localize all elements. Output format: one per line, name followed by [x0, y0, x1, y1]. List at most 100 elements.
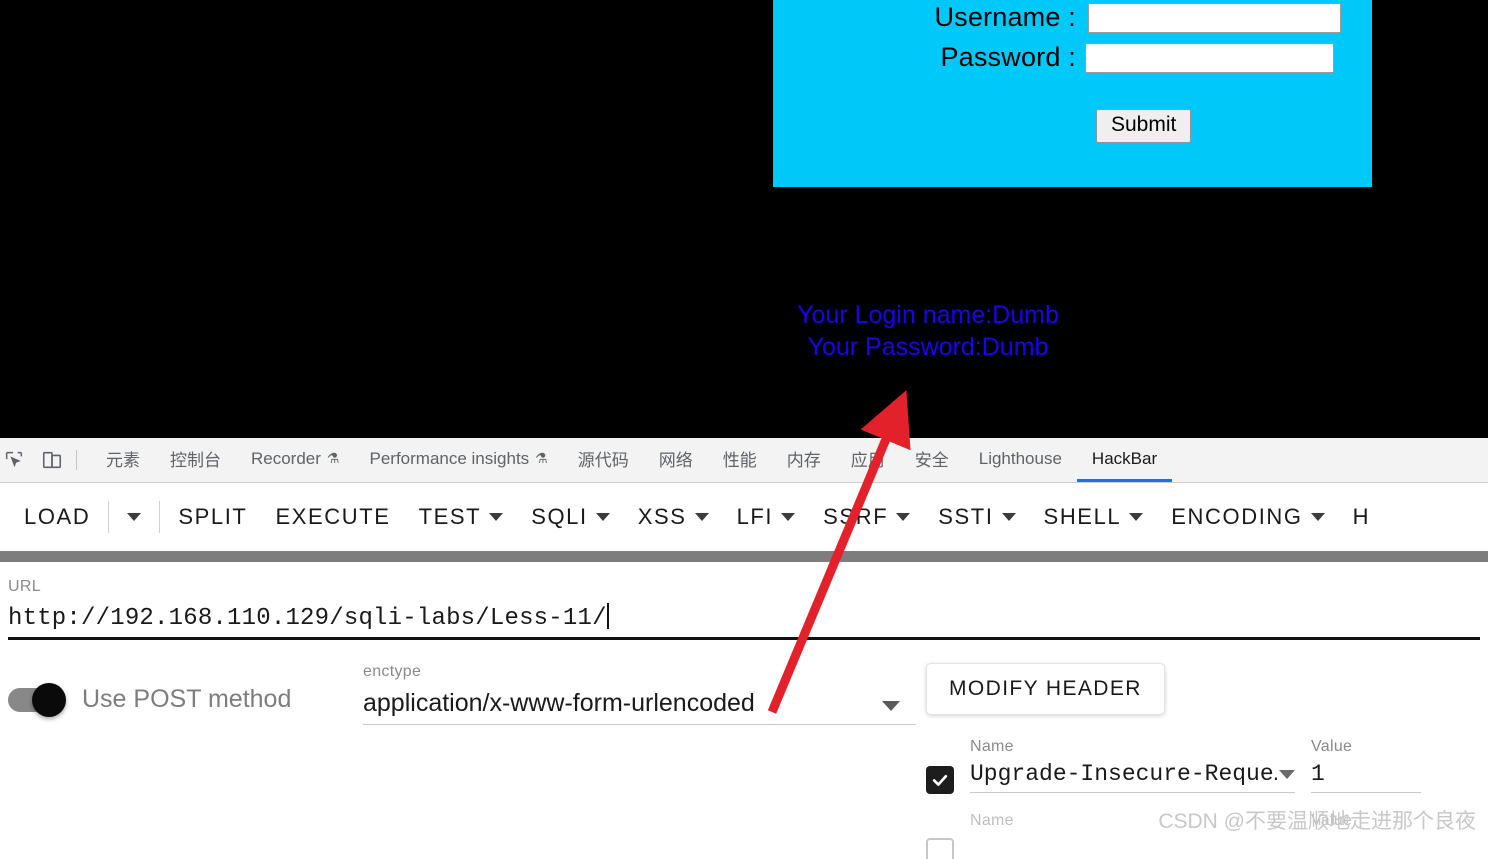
- devtools-tab-元素[interactable]: 元素: [91, 438, 155, 482]
- watermark: CSDN @不要温顺地走进那个良夜: [1158, 810, 1476, 833]
- chevron-down-icon: [1310, 513, 1325, 521]
- url-input[interactable]: http://192.168.110.129/sqli-labs/Less-11…: [8, 603, 1480, 640]
- hackbar-button-shell[interactable]: SHELL: [1030, 498, 1158, 536]
- url-value: http://192.168.110.129/sqli-labs/Less-11…: [8, 605, 607, 632]
- url-label: URL: [8, 578, 41, 595]
- hackbar-button-lfi[interactable]: LFI: [723, 498, 810, 536]
- devtools-tab-label: 元素: [106, 451, 140, 470]
- devtools-tab-label: 应用: [850, 451, 885, 470]
- devtools-tab-网络[interactable]: 网络: [644, 438, 708, 482]
- hackbar-button-label: XSS: [637, 504, 687, 529]
- screenshot-root: Username : Password : Submit Your Login …: [0, 0, 1488, 859]
- devtools-tab-label: Performance insights: [369, 448, 530, 468]
- hackbar-horizontal-scrollbar[interactable]: [0, 551, 1488, 562]
- hackbar-button-encoding[interactable]: ENCODING: [1157, 498, 1338, 536]
- devtools-tab-源代码[interactable]: 源代码: [563, 438, 644, 482]
- devtools-icon-group: [0, 448, 64, 472]
- chevron-down-icon: [896, 513, 911, 521]
- devtools-tab-performance-insights[interactable]: Performance insights ⚗: [354, 438, 562, 482]
- hackbar-button-test[interactable]: TEST: [405, 498, 518, 536]
- toolbar-divider: [76, 450, 77, 470]
- hackbar-button-label: SHELL: [1043, 504, 1122, 529]
- hackbar-button-ssrf[interactable]: SSRF: [809, 498, 924, 536]
- hackbar-button-label: SSTI: [938, 504, 994, 529]
- toggle-knob: [32, 682, 66, 717]
- devtools-tab-label: 内存: [786, 451, 821, 470]
- username-row: Username :: [773, 2, 1372, 33]
- header-value-column: Value 1: [1311, 738, 1421, 793]
- post-method-group: Use POST method: [8, 663, 363, 717]
- header-name-value: Upgrade-Insecure-Reque…: [970, 761, 1279, 787]
- devtools-tab-list: 元素 控制台 Recorder ⚗ Performance insights ⚗ 源代码 网络…: [91, 438, 1173, 482]
- login-form: Username : Password : Submit: [773, 0, 1372, 187]
- header-enabled-checkbox[interactable]: [926, 838, 954, 859]
- hackbar-button-load-dropdown[interactable]: [113, 507, 155, 527]
- header-value-label: Value: [1311, 738, 1353, 755]
- hackbar-button-sqli[interactable]: SQLI: [517, 498, 624, 536]
- hackbar-button-label: TEST: [418, 504, 482, 529]
- enctype-select[interactable]: application/x-www-form-urlencoded: [363, 689, 916, 725]
- hackbar-button-execute[interactable]: EXECUTE: [261, 498, 404, 536]
- devtools-tab-控制台[interactable]: 控制台: [155, 438, 236, 482]
- hackbar-button-h[interactable]: H: [1339, 498, 1385, 536]
- submit-button[interactable]: Submit: [1096, 109, 1192, 143]
- login-result-text: Your Login name:Dumb Your Password:Dumb: [773, 299, 1083, 363]
- devtools-panel: 元素 控制台 Recorder ⚗ Performance insights ⚗ 源代码 网络…: [0, 438, 1488, 859]
- hackbar-button-xss[interactable]: XSS: [624, 498, 723, 536]
- devtools-tab-label: 控制台: [170, 451, 221, 470]
- hackbar-button-label: SQLI: [531, 504, 588, 529]
- devtools-tab-应用[interactable]: 应用: [836, 438, 900, 482]
- username-label: Username :: [934, 2, 1076, 32]
- login-name-result: Your Login name:Dumb: [797, 301, 1059, 329]
- chevron-down-icon: [489, 513, 504, 521]
- inspect-element-icon[interactable]: [2, 448, 26, 472]
- hackbar-button-label: H: [1352, 504, 1371, 529]
- text-cursor: [606, 603, 609, 629]
- devtools-tab-label: HackBar: [1091, 448, 1158, 468]
- enctype-value: application/x-www-form-urlencoded: [363, 689, 755, 717]
- header-enabled-checkbox[interactable]: [926, 766, 954, 794]
- header-row: Name Upgrade-Insecure-Reque… Value 1: [926, 738, 1480, 794]
- chevron-down-icon: [781, 513, 796, 521]
- header-name-input[interactable]: Upgrade-Insecure-Reque…: [970, 761, 1295, 793]
- chevron-down-icon: [694, 513, 709, 521]
- scrollbar-thumb[interactable]: [0, 551, 1488, 562]
- device-toolbar-icon[interactable]: [40, 448, 64, 472]
- devtools-tabbar: 元素 控制台 Recorder ⚗ Performance insights ⚗ 源代码 网络…: [0, 438, 1488, 483]
- login-password-result: Your Password:Dumb: [807, 333, 1049, 361]
- devtools-tab-recorder[interactable]: Recorder ⚗: [236, 438, 354, 482]
- devtools-tab-hackbar[interactable]: HackBar: [1076, 438, 1173, 482]
- hackbar-button-label: LFI: [736, 504, 774, 529]
- browser-viewport: Username : Password : Submit Your Login …: [0, 0, 1488, 438]
- devtools-tab-label: 网络: [658, 451, 693, 470]
- hackbar-button-label: SPLIT: [178, 504, 248, 529]
- hackbar-button-split[interactable]: SPLIT: [164, 498, 261, 536]
- chevron-down-icon: [1001, 513, 1016, 521]
- devtools-tab-lighthouse[interactable]: Lighthouse: [964, 438, 1077, 482]
- header-value-value: 1: [1311, 761, 1325, 787]
- modify-header-button[interactable]: MODIFY HEADER: [926, 663, 1165, 715]
- devtools-tab-label: Recorder: [251, 448, 321, 468]
- use-post-method-label: Use POST method: [82, 685, 292, 713]
- devtools-tab-内存[interactable]: 内存: [772, 438, 836, 482]
- devtools-tab-label: 安全: [914, 451, 949, 470]
- toolbar-divider: [159, 501, 161, 533]
- devtools-tab-性能[interactable]: 性能: [708, 438, 772, 482]
- url-field-group: URL http://192.168.110.129/sqli-labs/Les…: [0, 578, 1488, 640]
- hackbar-button-label: LOAD: [24, 504, 91, 529]
- header-value-input[interactable]: 1: [1311, 761, 1421, 793]
- hackbar-button-load[interactable]: LOAD: [10, 498, 104, 536]
- submit-row: Submit: [773, 109, 1372, 143]
- use-post-method-toggle[interactable]: [8, 682, 66, 717]
- chevron-down-icon: [1129, 513, 1144, 521]
- hackbar-button-ssti[interactable]: SSTI: [924, 498, 1029, 536]
- devtools-tab-label: Lighthouse: [978, 448, 1062, 468]
- username-input[interactable]: [1088, 2, 1341, 33]
- enctype-label: enctype: [363, 663, 422, 680]
- devtools-tab-安全[interactable]: 安全: [900, 438, 964, 482]
- devtools-tab-label: 源代码: [577, 451, 629, 470]
- password-row: Password :: [773, 42, 1372, 73]
- chevron-down-icon: [127, 513, 142, 521]
- hackbar-toolbar: LOAD SPLIT EXECUTE TEST SQLI XSS LFI SSRF SSTI SH…: [0, 483, 1488, 551]
- password-input[interactable]: [1085, 42, 1334, 73]
